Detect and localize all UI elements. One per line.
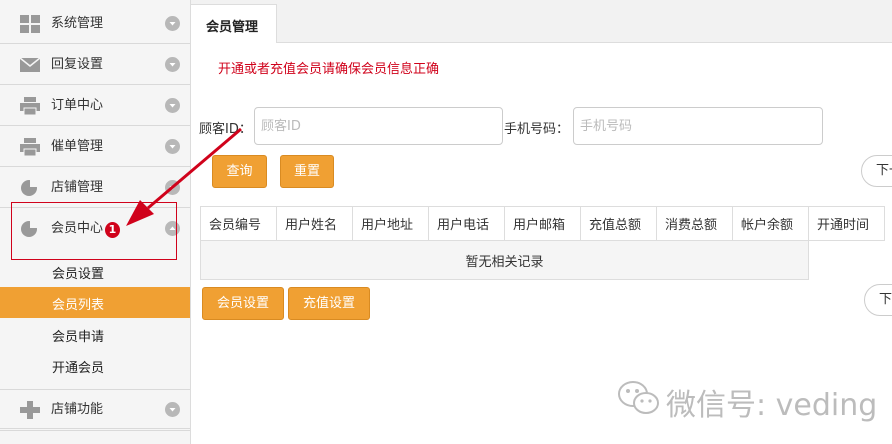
wechat-icon bbox=[618, 381, 659, 414]
watermark: 微信号: veding bbox=[616, 378, 877, 423]
watermark-text: 微信号: veding bbox=[666, 388, 878, 423]
